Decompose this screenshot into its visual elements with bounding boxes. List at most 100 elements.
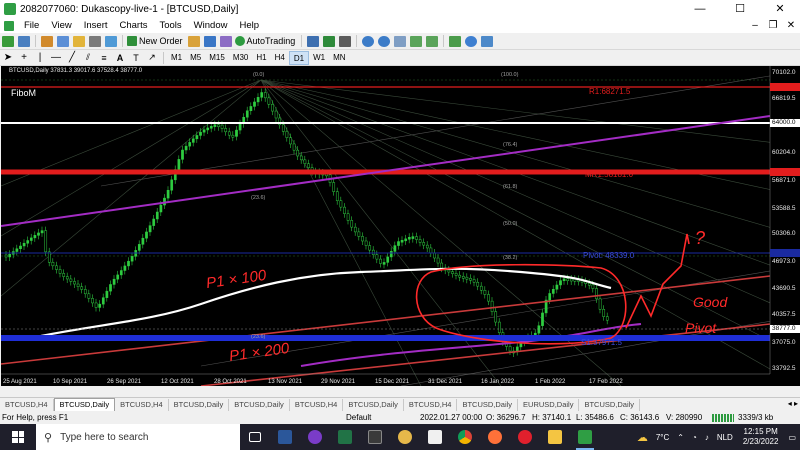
minimize-button[interactable]: —	[680, 0, 720, 18]
vertical-line-icon[interactable]: |	[33, 51, 47, 65]
tab-chart[interactable]: BTCUSD,H4	[290, 399, 344, 411]
temperature[interactable]: 7°C	[656, 433, 669, 442]
timeframe-m30[interactable]: M30	[229, 51, 253, 65]
calculator-icon[interactable]	[360, 424, 390, 450]
tab-chart[interactable]: BTCUSD,H4	[115, 399, 169, 411]
candle-body	[361, 236, 364, 242]
market-watch-button[interactable]	[40, 34, 54, 48]
timeframe-m5[interactable]: M5	[186, 51, 205, 65]
timeframe-m15[interactable]: M15	[205, 51, 229, 65]
menu-help[interactable]: Help	[233, 20, 265, 31]
bar-chart-button[interactable]	[306, 34, 320, 48]
chart-close-button[interactable]: ✕	[782, 18, 800, 33]
data-window-button[interactable]	[56, 34, 70, 48]
tab-chart[interactable]: BTCUSD,Daily	[579, 399, 641, 411]
metaeditor-button[interactable]	[187, 34, 201, 48]
timeframe-h1[interactable]: H1	[252, 51, 270, 65]
menu-charts[interactable]: Charts	[114, 20, 154, 31]
arrows-icon[interactable]: ↗	[145, 51, 159, 65]
chart-canvas[interactable]	[1, 66, 800, 386]
templates-button[interactable]	[480, 34, 494, 48]
tab-chart-active[interactable]: BTCUSD,Daily	[53, 398, 116, 411]
chevron-up-icon[interactable]: ⌃	[677, 433, 684, 442]
tab-chart[interactable]: BTCUSD,H4	[404, 399, 458, 411]
chrome-icon[interactable]	[450, 424, 480, 450]
timeframe-w1[interactable]: W1	[309, 51, 329, 65]
menu-file[interactable]: File	[18, 20, 45, 31]
start-button[interactable]	[0, 424, 36, 450]
crosshair-icon[interactable]: +	[17, 51, 31, 65]
weather-icon[interactable]: ☁	[637, 431, 648, 444]
chart-restore-button[interactable]: ❐	[764, 18, 782, 33]
fibonacci-icon[interactable]: ≡	[97, 51, 111, 65]
menu-window[interactable]: Window	[188, 20, 234, 31]
terminal-button[interactable]	[88, 34, 102, 48]
clock[interactable]: 12:15 PM 2/23/2022	[743, 427, 779, 447]
tab-chart[interactable]: BTCUSD,Daily	[343, 399, 404, 411]
word-icon[interactable]	[270, 424, 300, 450]
candlestick-button[interactable]	[322, 34, 336, 48]
metatrader-icon[interactable]	[570, 424, 600, 450]
new-chart-button[interactable]	[1, 34, 15, 48]
tab-chart[interactable]: EURUSD,Daily	[518, 399, 580, 411]
chart-minimize-button[interactable]: –	[746, 18, 764, 33]
autotrading-button[interactable]: AutoTrading	[234, 34, 298, 48]
channel-icon[interactable]: ⫽	[81, 51, 95, 65]
chart-shift-button[interactable]	[425, 34, 439, 48]
folder-icon[interactable]	[540, 424, 570, 450]
menu-insert[interactable]: Insert	[78, 20, 114, 31]
tile-windows-button[interactable]	[393, 34, 407, 48]
chart-window-icon[interactable]	[4, 20, 14, 31]
candle-body	[137, 244, 141, 251]
tab-chart[interactable]: BTCUSD,H4	[0, 399, 54, 411]
language-indicator[interactable]: NLD	[717, 433, 733, 442]
notepad-icon[interactable]	[420, 424, 450, 450]
menu-view[interactable]: View	[45, 20, 77, 31]
horizontal-line-icon[interactable]: —	[49, 51, 63, 65]
maximize-button[interactable]: ☐	[720, 0, 760, 18]
candle-body	[566, 278, 570, 282]
label-tool-icon[interactable]: T	[129, 51, 143, 65]
task-view-icon[interactable]	[240, 424, 270, 450]
firefox-icon[interactable]	[480, 424, 510, 450]
candle-body	[447, 269, 451, 273]
timeframe-mn[interactable]: MN	[329, 51, 349, 65]
indicators-button[interactable]	[448, 34, 462, 48]
wifi-icon[interactable]: ◔	[692, 433, 697, 442]
annotation-question: ?	[695, 228, 706, 248]
podcast-app-icon[interactable]	[300, 424, 330, 450]
profiles-button[interactable]	[17, 34, 31, 48]
strategy-tester-button[interactable]	[104, 34, 118, 48]
date-tick: 12 Oct 2021	[161, 379, 194, 385]
cursor-icon[interactable]: ➤	[1, 51, 15, 65]
excel-icon[interactable]	[330, 424, 360, 450]
periods-button[interactable]	[464, 34, 478, 48]
date-tick: 25 Aug 2021	[3, 379, 37, 385]
signals-button[interactable]	[219, 34, 233, 48]
trendline-icon[interactable]: ╱	[65, 51, 79, 65]
close-button[interactable]: ✕	[760, 0, 800, 18]
line-chart-button[interactable]	[338, 34, 352, 48]
mql5-button[interactable]	[203, 34, 217, 48]
zoom-in-button[interactable]	[361, 34, 375, 48]
speaker-icon[interactable]: ♪	[705, 433, 709, 442]
notifications-icon[interactable]: ▭	[788, 433, 796, 442]
zoom-out-button[interactable]	[377, 34, 391, 48]
timeframe-m1[interactable]: M1	[167, 51, 186, 65]
opera-icon[interactable]	[510, 424, 540, 450]
tab-chart[interactable]: BTCUSD,Daily	[169, 399, 230, 411]
tab-scroll-arrows[interactable]: ◂ ▸	[788, 399, 798, 408]
taskbar-search[interactable]: ⚲ Type here to search	[36, 424, 240, 450]
paint-icon[interactable]	[390, 424, 420, 450]
menu-tools[interactable]: Tools	[153, 20, 187, 31]
autoscroll-button[interactable]	[409, 34, 423, 48]
timeframe-d1[interactable]: D1	[288, 50, 310, 65]
tab-chart[interactable]: BTCUSD,Daily	[229, 399, 290, 411]
navigator-button[interactable]	[72, 34, 86, 48]
new-order-button[interactable]: New Order	[127, 34, 185, 48]
text-tool-icon[interactable]: A	[113, 51, 127, 65]
candle-body	[202, 129, 206, 133]
timeframe-h4[interactable]: H4	[271, 51, 289, 65]
price-chart[interactable]: BTCUSD,Daily 37831.3 39017.6 37528.4 387…	[1, 66, 800, 386]
tab-chart[interactable]: BTCUSD,Daily	[457, 399, 519, 411]
